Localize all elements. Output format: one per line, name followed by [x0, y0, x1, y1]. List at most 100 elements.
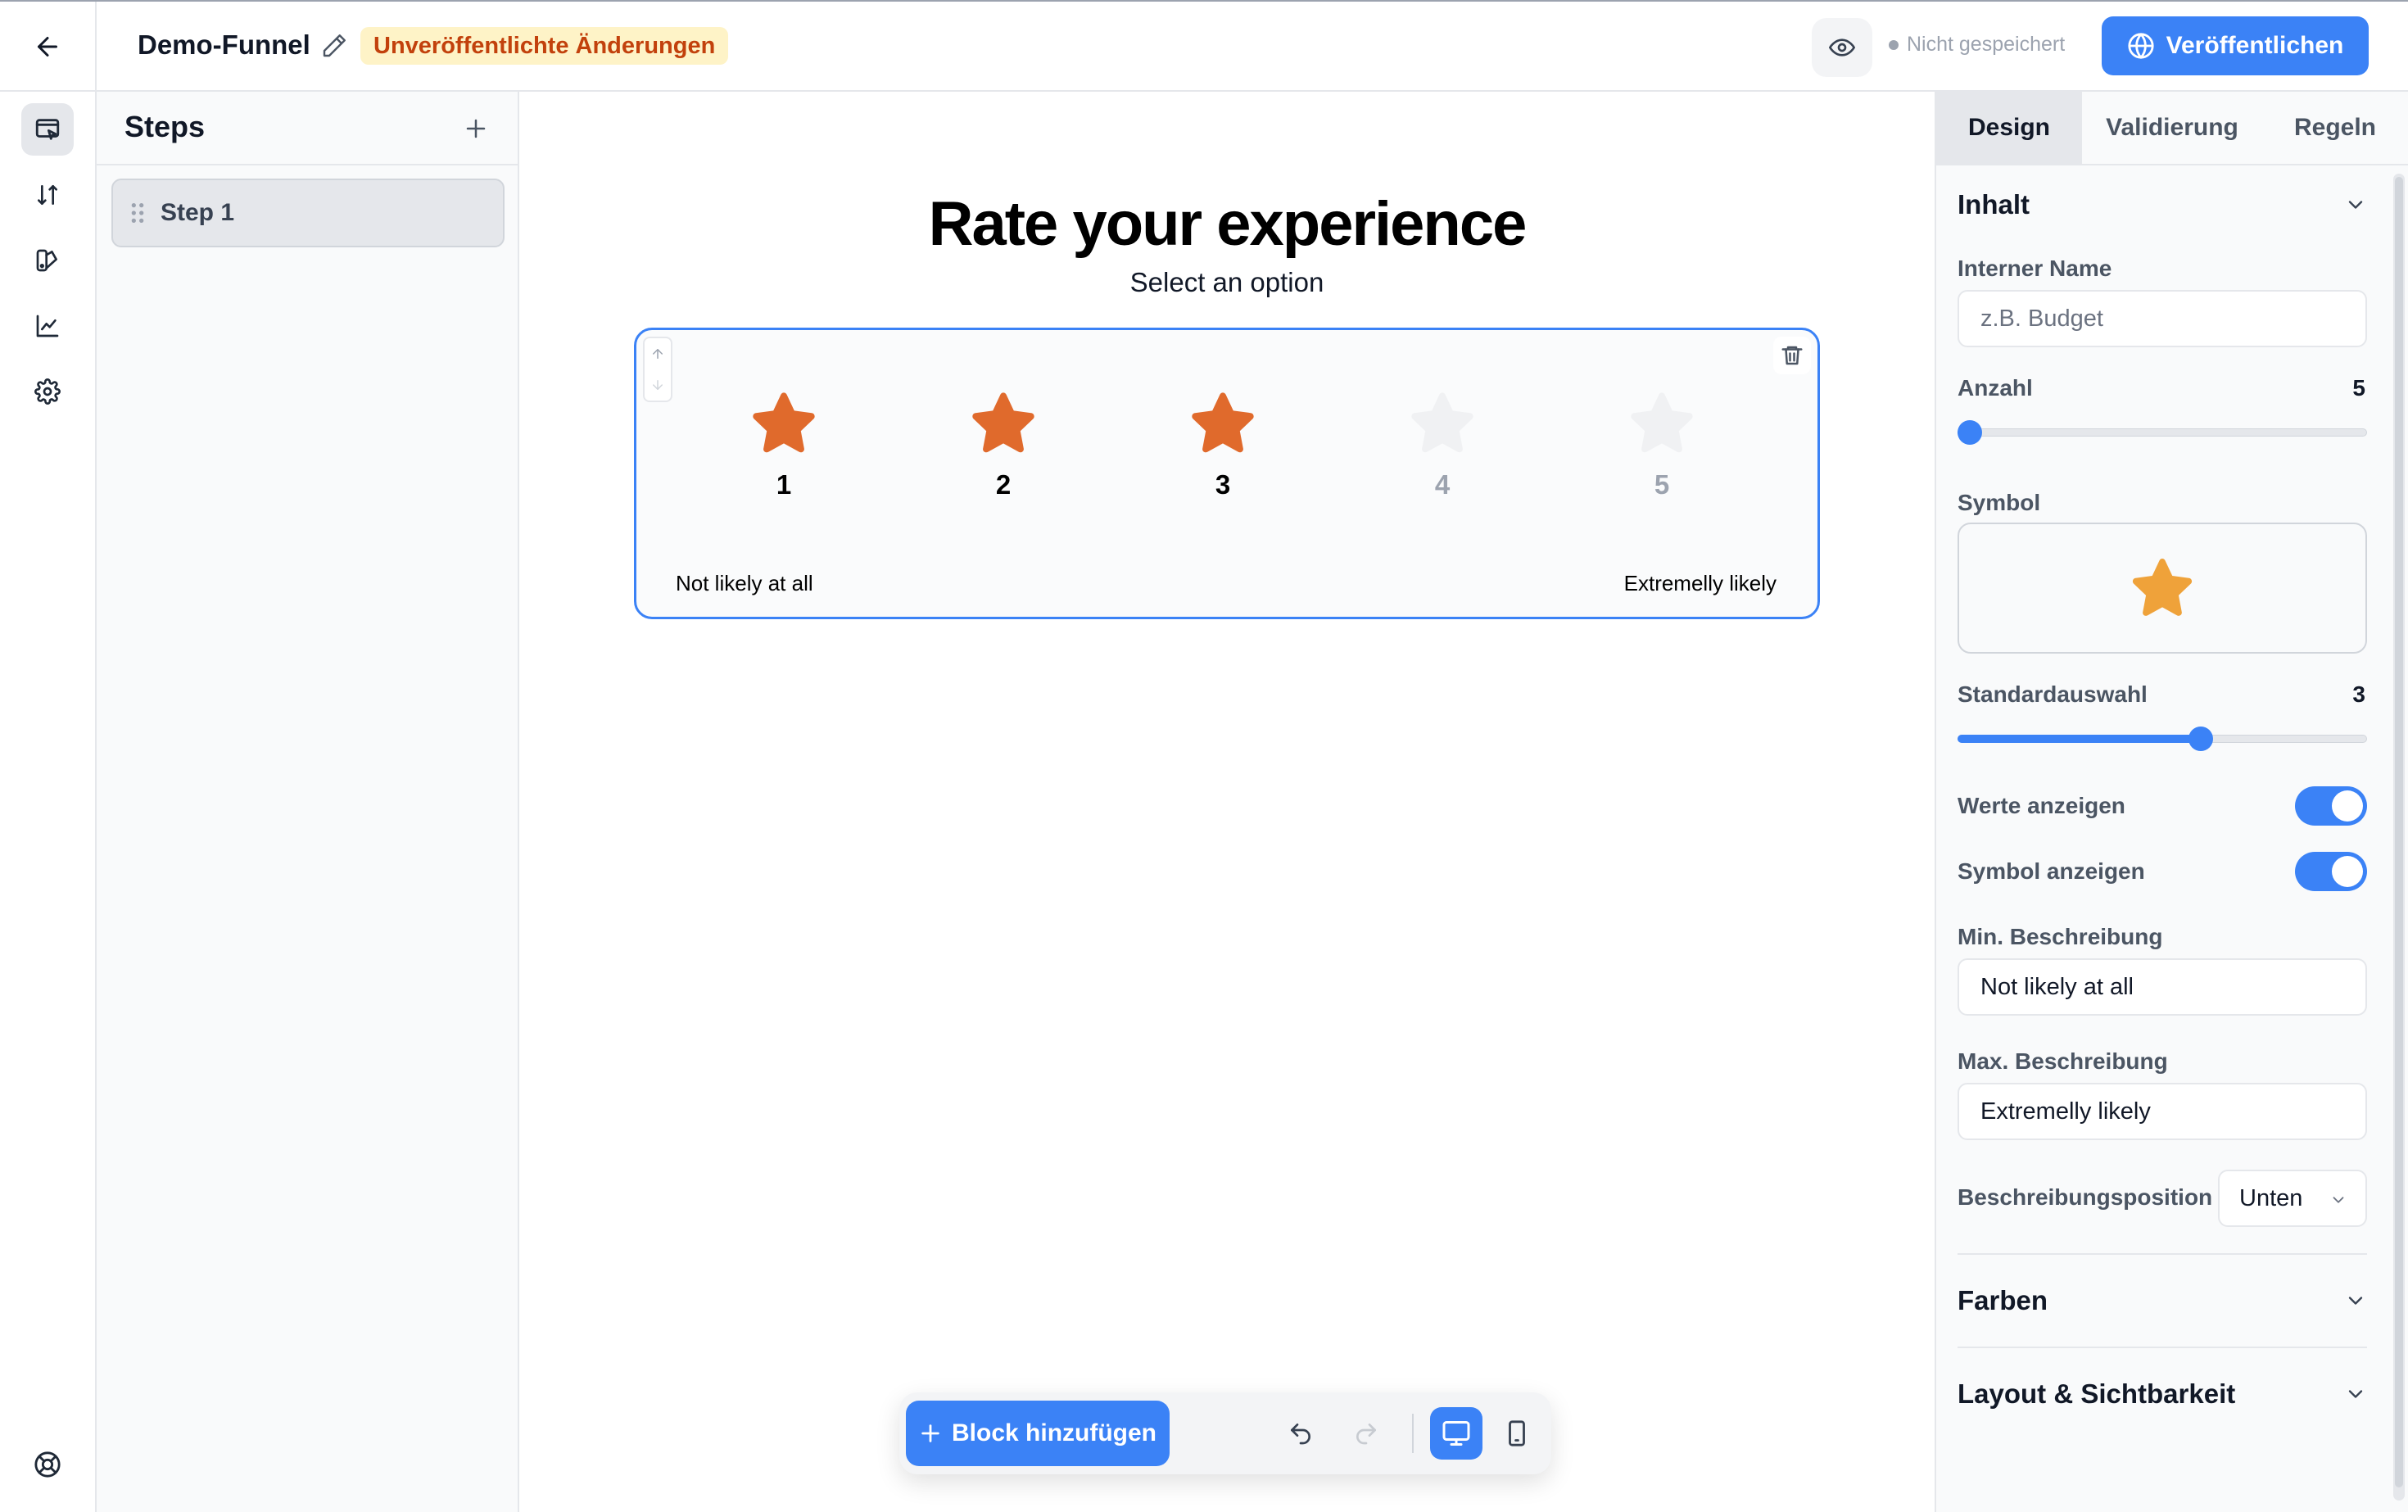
show-symbol-toggle[interactable] — [2295, 852, 2367, 891]
rail-analytics[interactable] — [21, 300, 74, 352]
steps-header: Steps — [97, 92, 518, 165]
slider-fill — [1958, 735, 2201, 743]
arrow-down-icon[interactable] — [650, 378, 665, 392]
rating-option[interactable]: 2 — [946, 384, 1061, 507]
redo-icon — [1356, 1424, 1376, 1445]
panel-scrollbar[interactable] — [2393, 174, 2405, 1501]
rating-option[interactable]: 5 — [1605, 384, 1719, 507]
desktop-view-button[interactable] — [1430, 1407, 1482, 1460]
step-item[interactable]: Step 1 — [111, 179, 505, 247]
tab-design[interactable]: Design — [1936, 92, 2082, 164]
smartphone-icon — [1509, 1420, 1525, 1446]
rail-editor[interactable] — [21, 103, 74, 156]
pencil-icon[interactable] — [319, 31, 349, 61]
delete-block-button[interactable] — [1773, 337, 1811, 374]
steps-panel: Steps Step 1 — [97, 92, 519, 1512]
rating-option-value: 5 — [1654, 469, 1670, 500]
settings-icon — [34, 378, 61, 405]
sort-icon — [38, 185, 57, 205]
funnel-title[interactable]: Demo-Funnel — [138, 29, 310, 61]
section-colors-title: Farben — [1958, 1285, 2048, 1315]
back-button[interactable] — [0, 2, 97, 92]
save-status-text: Nicht gespeichert — [1907, 33, 2066, 56]
min-description-input[interactable] — [1958, 958, 2367, 1016]
count-slider[interactable] — [1958, 420, 2367, 445]
status-dot — [1889, 39, 1899, 50]
show-values-toggle[interactable] — [2295, 786, 2367, 826]
symbol-picker[interactable] — [1958, 523, 2367, 654]
funnel-editor: Demo-Funnel Unveröffentlichte Änderungen… — [0, 0, 2408, 1512]
rail-settings[interactable] — [21, 365, 74, 418]
scrollbar-thumb[interactable] — [2395, 177, 2403, 1487]
min-description-label: Min. Beschreibung — [1958, 924, 2163, 949]
section-divider — [1958, 1253, 2367, 1255]
section-layout-title: Layout & Sichtbarkeit — [1958, 1378, 2236, 1409]
redo-button[interactable] — [1343, 1410, 1389, 1456]
internal-name-label: Interner Name — [1958, 256, 2112, 281]
question-title[interactable]: Rate your experience — [519, 188, 1935, 260]
add-block-label: Block hinzufügen — [952, 1419, 1156, 1446]
rating-block[interactable]: 1 2 3 4 5 Not likely at all Extremelly likel… — [634, 328, 1820, 619]
globe-icon — [2128, 33, 2154, 59]
max-description-input[interactable] — [1958, 1083, 2367, 1140]
question-subtitle[interactable]: Select an option — [519, 267, 1935, 298]
trash-icon — [1781, 346, 1803, 365]
slider-thumb[interactable] — [2188, 727, 2213, 751]
show-values-label: Werte anzeigen — [1958, 793, 2125, 818]
add-block-button[interactable]: Block hinzufügen — [906, 1401, 1170, 1466]
rail-help[interactable] — [21, 1438, 74, 1491]
slider-track — [1958, 428, 2367, 437]
rating-option[interactable]: 1 — [726, 384, 841, 507]
rating-option-value: 4 — [1434, 469, 1451, 500]
canvas: Rate your experience Select an option 1 2… — [519, 92, 1935, 1512]
star-icon — [1411, 392, 1473, 453]
rating-option[interactable]: 3 — [1166, 384, 1280, 507]
add-step-button[interactable] — [457, 110, 495, 147]
count-value: 5 — [2352, 375, 2365, 401]
panel-tabs: Design Validierung Regeln — [1936, 92, 2408, 165]
publish-button[interactable]: Veröffentlichen — [2102, 16, 2369, 75]
tab-rules[interactable]: Regeln — [2262, 92, 2408, 164]
drag-handle-icon[interactable] — [128, 201, 147, 225]
chevron-down-icon — [2348, 1390, 2363, 1398]
toggle-knob — [2332, 856, 2363, 887]
default-selection-slider[interactable] — [1958, 727, 2367, 751]
arrow-up-icon[interactable] — [650, 346, 665, 361]
symbol-label: Symbol — [1958, 490, 2041, 515]
rating-option-value: 1 — [776, 469, 792, 500]
max-description-label: Max. Beschreibung — [1958, 1048, 2168, 1074]
chevron-down-icon — [2348, 201, 2363, 209]
rail-sort[interactable] — [21, 169, 74, 221]
properties-panel: Design Validierung Regeln Inhalt Interne… — [1935, 92, 2408, 1512]
mobile-view-button[interactable] — [1491, 1407, 1543, 1460]
internal-name-input[interactable] — [1958, 290, 2367, 347]
analytics-icon — [36, 315, 59, 337]
tab-validation[interactable]: Validierung — [2082, 92, 2262, 164]
default-selection-label: Standardauswahl — [1958, 681, 2148, 707]
publish-label: Veröffentlichen — [2166, 32, 2344, 59]
preview-button[interactable] — [1812, 18, 1872, 77]
top-bar: Demo-Funnel Unveröffentlichte Änderungen… — [0, 0, 2408, 92]
unpublished-badge: Unveröffentlichte Änderungen — [360, 27, 729, 65]
section-layout-toggle[interactable]: Layout & Sichtbarkeit — [1958, 1369, 2367, 1419]
section-colors-toggle[interactable]: Farben — [1958, 1276, 2367, 1325]
description-position-select[interactable]: Unten — [2218, 1170, 2367, 1227]
help-icon — [34, 1451, 61, 1478]
design-icon — [36, 249, 57, 272]
section-divider — [1958, 1347, 2367, 1348]
save-status: Nicht gespeichert — [1889, 33, 2065, 57]
section-content-toggle[interactable]: Inhalt — [1958, 180, 2367, 229]
description-position-label: Beschreibungsposition — [1958, 1184, 2213, 1210]
slider-thumb[interactable] — [1958, 420, 1982, 445]
rating-option[interactable]: 4 — [1385, 384, 1500, 507]
min-description: Not likely at all — [676, 571, 813, 595]
undo-button[interactable] — [1278, 1410, 1324, 1456]
move-controls — [643, 337, 672, 402]
toggle-knob — [2332, 790, 2363, 822]
undo-icon — [1291, 1424, 1310, 1445]
steps-title: Steps — [124, 110, 206, 143]
rail-design[interactable] — [21, 234, 74, 287]
rating-option-value: 2 — [995, 469, 1012, 500]
star-icon — [972, 392, 1034, 453]
editor-icon — [35, 119, 60, 140]
